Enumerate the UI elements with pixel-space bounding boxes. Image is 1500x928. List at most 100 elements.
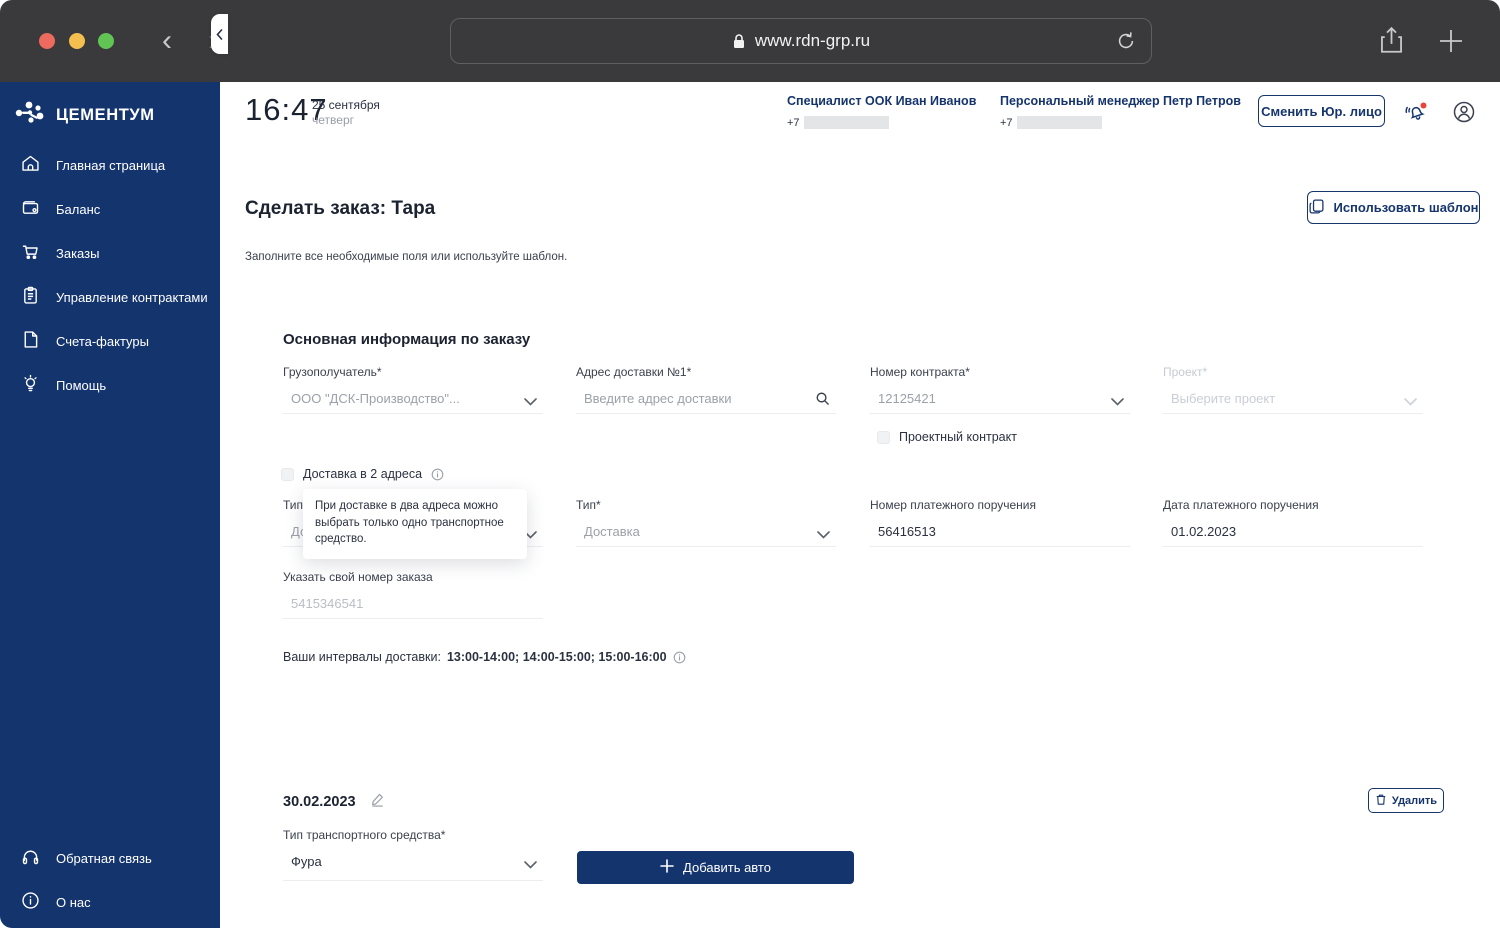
vehicle-type-field[interactable]: Тип транспортного средства* Фура	[283, 828, 543, 881]
url-text: www.rdn-grp.ru	[754, 31, 871, 50]
consignee-value: ООО "ДСК-Производство"...	[291, 391, 460, 406]
contract-number-value: 12125421	[878, 391, 936, 406]
sidebar-item-about[interactable]: О нас	[0, 880, 220, 924]
sidebar-collapse-button[interactable]	[211, 14, 228, 54]
order-type-field[interactable]: Тип* Доставка	[576, 498, 836, 547]
consignee-field[interactable]: Грузополучатель* ООО "ДСК-Производство".…	[283, 365, 543, 414]
chevron-down-icon[interactable]	[524, 856, 537, 874]
chevron-down-icon[interactable]	[817, 526, 830, 544]
own-order-number-label: Указать свой номер заказа	[283, 570, 433, 584]
phone-prefix: +7	[1000, 116, 1013, 129]
app-logo-text: ЦЕМЕНТУМ	[56, 106, 155, 124]
add-vehicle-label: Добавить авто	[683, 860, 771, 875]
weekday-text: четверг	[312, 113, 354, 127]
change-legal-entity-label: Сменить Юр. лицо	[1261, 103, 1382, 119]
sidebar-item-label: Главная страница	[56, 157, 166, 173]
chevron-down-icon[interactable]	[524, 393, 537, 411]
sidebar-item-orders[interactable]: Заказы	[0, 231, 220, 275]
reload-icon[interactable]	[1115, 30, 1137, 57]
project-contract-label: Проектный контракт	[899, 430, 1017, 444]
intervals-value: 13:00-14:00; 14:00-15:00; 15:00-16:00	[446, 650, 667, 664]
project-field: Проект* Выберите проект	[1163, 365, 1423, 414]
invoice-file-icon	[20, 329, 41, 353]
delivery-address-label: Адрес доставки №1*	[576, 365, 692, 379]
sidebar-item-label: Заказы	[56, 245, 100, 261]
phone-redacted	[1016, 116, 1102, 129]
sidebar: ЦЕМЕНТУМ Главная страница Баланс Заказы …	[0, 82, 220, 928]
two-addresses-label: Доставка в 2 адреса	[303, 467, 423, 481]
payment-order-number-field[interactable]: Номер платежного поручения 56416513	[870, 498, 1130, 547]
delivery-address-input[interactable]: Введите адрес доставки	[584, 391, 810, 406]
add-vehicle-button[interactable]: Добавить авто	[577, 851, 854, 884]
template-copy-icon	[1308, 198, 1325, 218]
wallet-icon	[20, 197, 41, 221]
sidebar-item-label: Помощь	[56, 377, 107, 393]
search-icon[interactable]	[815, 391, 830, 411]
intervals-label: Ваши интервалы доставки:	[283, 650, 441, 664]
browser-back-icon[interactable]: ‹	[152, 22, 182, 60]
notifications-bell-icon[interactable]	[1403, 99, 1427, 123]
new-tab-icon[interactable]	[1437, 27, 1465, 60]
delete-delivery-label: Удалить	[1391, 794, 1438, 807]
cart-icon	[20, 241, 41, 265]
zoom-window-button[interactable]	[98, 33, 114, 49]
sidebar-item-feedback[interactable]: Обратная связь	[0, 836, 220, 880]
payment-order-date-label: Дата платежного поручения	[1163, 498, 1319, 512]
sidebar-item-label: О нас	[56, 894, 91, 910]
contact-title: Персональный менеджер Петр Петров	[1000, 94, 1241, 108]
change-legal-entity-button[interactable]: Сменить Юр. лицо	[1258, 95, 1385, 127]
sidebar-item-balance[interactable]: Баланс	[0, 187, 220, 231]
minimize-window-button[interactable]	[69, 33, 85, 49]
payment-order-date-field[interactable]: Дата платежного поручения 01.02.2023	[1163, 498, 1423, 547]
checkbox-icon[interactable]	[877, 430, 890, 444]
info-icon[interactable]	[673, 651, 686, 664]
contract-number-label: Номер контракта*	[870, 365, 970, 379]
sidebar-item-label: Баланс	[56, 201, 101, 217]
payment-order-date-value[interactable]: 01.02.2023	[1171, 524, 1397, 539]
sidebar-item-home[interactable]: Главная страница	[0, 143, 220, 187]
trash-icon	[1375, 793, 1387, 809]
close-window-button[interactable]	[39, 33, 55, 49]
delete-delivery-button[interactable]: Удалить	[1368, 788, 1444, 813]
edit-pencil-icon[interactable]	[370, 792, 385, 811]
page-subtitle: Заполните все необходимые поля или испол…	[245, 251, 568, 263]
vehicle-type-label: Тип транспортного средства*	[283, 828, 446, 842]
delivery-intervals: Ваши интервалы доставки: 13:00-14:00; 14…	[283, 650, 686, 664]
use-template-button[interactable]: Использовать шаблон	[1307, 191, 1480, 224]
order-type-label: Тип*	[576, 498, 601, 512]
cementum-logo-icon	[14, 96, 48, 135]
own-order-number-field[interactable]: Указать свой номер заказа 5415346541	[283, 570, 543, 619]
address-bar[interactable]: www.rdn-grp.ru	[450, 18, 1152, 64]
checkbox-icon[interactable]	[281, 467, 294, 481]
info-icon[interactable]	[431, 468, 444, 481]
browser-window: ‹ › www.rdn-grp.ru	[0, 0, 1500, 928]
own-order-number-value[interactable]: 5415346541	[291, 596, 517, 611]
payment-order-number-value[interactable]: 56416513	[878, 524, 1104, 539]
two-addresses-tooltip: При доставке в два адреса можно выбрать …	[303, 489, 527, 560]
phone-prefix: +7	[787, 116, 800, 129]
project-contract-checkbox-row[interactable]: Проектный контракт	[877, 430, 1017, 444]
clock-date: 25 сентября четверг	[312, 98, 380, 128]
app-logo[interactable]: ЦЕМЕНТУМ	[14, 96, 155, 135]
use-template-label: Использовать шаблон	[1333, 200, 1479, 215]
plus-icon	[660, 859, 674, 876]
headphones-icon	[20, 846, 41, 870]
sidebar-item-invoices[interactable]: Счета-фактуры	[0, 319, 220, 363]
sidebar-item-contracts[interactable]: Управление контрактами	[0, 275, 220, 319]
two-addresses-checkbox-row[interactable]: Доставка в 2 адреса	[281, 467, 444, 481]
contact-title: Специалист ООК Иван Иванов	[787, 94, 977, 108]
consignee-label: Грузополучатель*	[283, 365, 382, 379]
chevron-down-icon[interactable]	[1111, 393, 1124, 411]
page-title: Сделать заказ: Тара	[245, 198, 436, 219]
payment-order-number-label: Номер платежного поручения	[870, 498, 1036, 512]
clipboard-icon	[20, 285, 41, 309]
chevron-down-icon	[1404, 393, 1417, 411]
contract-number-field[interactable]: Номер контракта* 12125421	[870, 365, 1130, 414]
sidebar-item-help[interactable]: Помощь	[0, 363, 220, 407]
delivery-address-field[interactable]: Адрес доставки №1* Введите адрес доставк…	[576, 365, 836, 414]
info-circle-icon	[20, 890, 41, 914]
account-profile-icon[interactable]	[1451, 99, 1475, 123]
share-icon[interactable]	[1378, 24, 1405, 62]
date-text: 25 сентября	[312, 98, 380, 112]
phone-redacted	[803, 116, 889, 129]
